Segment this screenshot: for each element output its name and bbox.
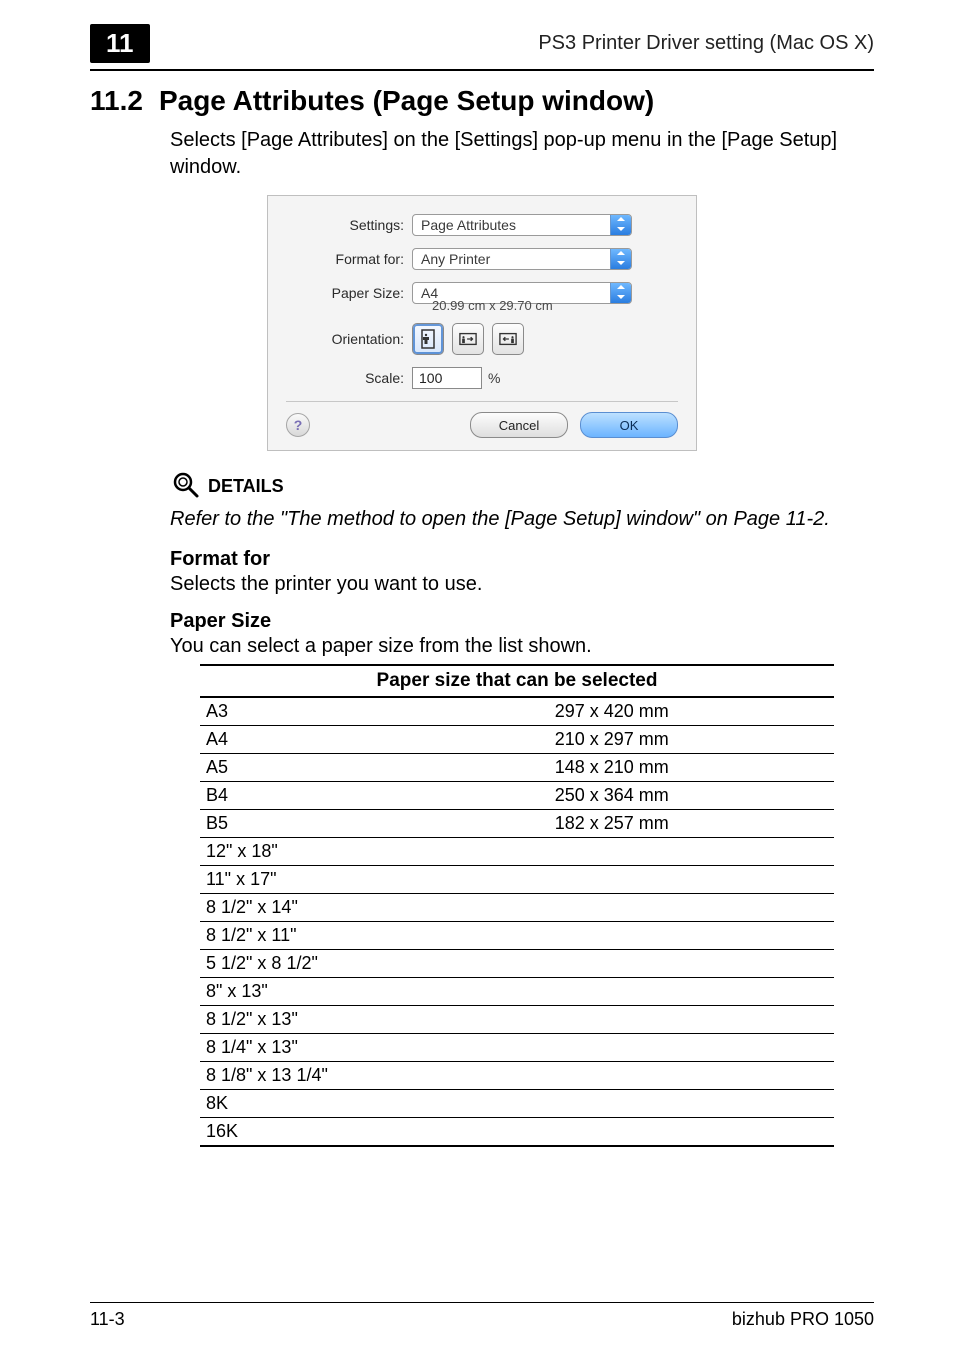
- landscape-right-icon: [499, 329, 517, 349]
- help-button-label: ?: [294, 417, 303, 433]
- paper-size-intro: You can select a paper size from the lis…: [170, 635, 874, 658]
- table-row: 5 1/2" x 8 1/2": [200, 950, 834, 978]
- paper-dim-cell: 210 x 297 mm: [549, 726, 834, 754]
- paper-name-cell: B5: [200, 810, 549, 838]
- paper-size-heading: Paper Size: [170, 610, 874, 633]
- format-for-popup-button[interactable]: [610, 249, 631, 269]
- paper-name-cell: 5 1/2" x 8 1/2": [200, 950, 549, 978]
- paper-dim-cell: [549, 978, 834, 1006]
- paper-name-cell: 8 1/2" x 11": [200, 922, 549, 950]
- table-row: 11" x 17": [200, 866, 834, 894]
- paper-size-label: Paper Size:: [286, 285, 412, 301]
- paper-name-cell: 8K: [200, 1090, 549, 1118]
- section-title: Page Attributes (Page Setup window): [159, 85, 654, 117]
- details-heading: DETAILS: [208, 476, 284, 497]
- cancel-button[interactable]: Cancel: [470, 412, 568, 438]
- paper-name-cell: 8 1/8" x 13 1/4": [200, 1062, 549, 1090]
- paper-dim-cell: [549, 1062, 834, 1090]
- cancel-button-label: Cancel: [499, 418, 539, 433]
- paper-name-cell: A5: [200, 754, 549, 782]
- format-for-heading: Format for: [170, 548, 874, 571]
- header-rule: [90, 69, 874, 71]
- footer-page: 11-3: [90, 1309, 125, 1330]
- ok-button-label: OK: [620, 418, 639, 433]
- settings-popup-button[interactable]: [610, 215, 631, 235]
- header-section-title: PS3 Printer Driver setting (Mac OS X): [538, 32, 874, 55]
- paper-size-table-header: Paper size that can be selected: [200, 665, 834, 697]
- page-setup-dialog: Settings: Page Attributes Format for: An…: [267, 195, 697, 451]
- paper-dim-cell: [549, 1006, 834, 1034]
- table-row: 8" x 13": [200, 978, 834, 1006]
- scale-value: 100: [419, 370, 442, 386]
- format-for-select[interactable]: Any Printer: [412, 248, 632, 270]
- paper-dim-cell: [549, 894, 834, 922]
- table-row: B4250 x 364 mm: [200, 782, 834, 810]
- orientation-landscape-right-button[interactable]: [492, 323, 524, 355]
- paper-name-cell: A3: [200, 697, 549, 726]
- orientation-landscape-left-button[interactable]: [452, 323, 484, 355]
- paper-dim-cell: [549, 1090, 834, 1118]
- table-row: 8 1/2" x 14": [200, 894, 834, 922]
- paper-name-cell: 8" x 13": [200, 978, 549, 1006]
- paper-size-popup-button[interactable]: [610, 283, 631, 303]
- paper-dim-cell: [549, 838, 834, 866]
- scale-unit: %: [488, 370, 500, 386]
- details-text: Refer to the "The method to open the [Pa…: [170, 506, 874, 532]
- orientation-portrait-button[interactable]: [412, 323, 444, 355]
- scale-input[interactable]: 100: [412, 367, 482, 389]
- settings-value: Page Attributes: [413, 217, 610, 233]
- table-row: 8K: [200, 1090, 834, 1118]
- table-row: A4210 x 297 mm: [200, 726, 834, 754]
- table-row: A5148 x 210 mm: [200, 754, 834, 782]
- paper-dim-cell: 297 x 420 mm: [549, 697, 834, 726]
- paper-name-cell: 11" x 17": [200, 866, 549, 894]
- paper-size-table: Paper size that can be selected A3297 x …: [200, 664, 834, 1147]
- section-number: 11.2: [90, 85, 143, 117]
- settings-label: Settings:: [286, 217, 412, 233]
- table-row: A3297 x 420 mm: [200, 697, 834, 726]
- paper-dim-cell: [549, 922, 834, 950]
- paper-name-cell: 8 1/2" x 13": [200, 1006, 549, 1034]
- paper-name-cell: B4: [200, 782, 549, 810]
- section-intro: Selects [Page Attributes] on the [Settin…: [170, 127, 874, 181]
- landscape-left-icon: [459, 329, 477, 349]
- paper-name-cell: 16K: [200, 1118, 549, 1147]
- paper-dim-cell: [549, 1118, 834, 1147]
- paper-name-cell: A4: [200, 726, 549, 754]
- table-row: 16K: [200, 1118, 834, 1147]
- paper-name-cell: 8 1/2" x 14": [200, 894, 549, 922]
- chapter-number-tab: 11: [90, 24, 150, 63]
- paper-name-cell: 8 1/4" x 13": [200, 1034, 549, 1062]
- format-for-body: Selects the printer you want to use.: [170, 573, 874, 596]
- table-row: 8 1/2" x 11": [200, 922, 834, 950]
- paper-dim-cell: 250 x 364 mm: [549, 782, 834, 810]
- dialog-separator: [286, 401, 678, 402]
- paper-dim-cell: [549, 1034, 834, 1062]
- paper-dim-cell: [549, 866, 834, 894]
- ok-button[interactable]: OK: [580, 412, 678, 438]
- table-row: 8 1/4" x 13": [200, 1034, 834, 1062]
- magnifier-icon: [170, 469, 200, 504]
- format-for-label: Format for:: [286, 251, 412, 267]
- format-for-value: Any Printer: [413, 251, 610, 267]
- footer-rule: [90, 1302, 874, 1303]
- footer-product: bizhub PRO 1050: [732, 1309, 874, 1330]
- paper-name-cell: 12" x 18": [200, 838, 549, 866]
- portrait-icon: [419, 329, 437, 349]
- table-row: 8 1/2" x 13": [200, 1006, 834, 1034]
- settings-select[interactable]: Page Attributes: [412, 214, 632, 236]
- paper-dim-cell: 148 x 210 mm: [549, 754, 834, 782]
- paper-dim-cell: 182 x 257 mm: [549, 810, 834, 838]
- scale-label: Scale:: [286, 370, 412, 386]
- orientation-label: Orientation:: [286, 331, 412, 347]
- help-button[interactable]: ?: [286, 413, 310, 437]
- table-row: 8 1/8" x 13 1/4": [200, 1062, 834, 1090]
- table-row: B5182 x 257 mm: [200, 810, 834, 838]
- table-row: 12" x 18": [200, 838, 834, 866]
- paper-dim-cell: [549, 950, 834, 978]
